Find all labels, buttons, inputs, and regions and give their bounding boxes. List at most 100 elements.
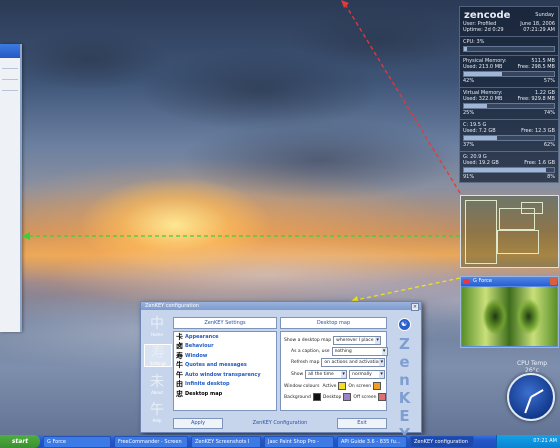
task-gforce[interactable]: G Force xyxy=(43,435,111,448)
active-colour-swatch[interactable] xyxy=(338,382,347,390)
window-colours-label: Window colours xyxy=(284,383,320,389)
preview-image xyxy=(462,287,557,346)
menu-item-window[interactable]: 寿 Window xyxy=(174,351,276,361)
sidebar-item-about[interactable]: 未 About xyxy=(144,374,170,395)
off-screen-label: Off screen xyxy=(353,394,377,400)
map-window[interactable] xyxy=(465,200,497,264)
sysinfo-widget: zencode Sunday User: Profiled June 18, 20… xyxy=(459,6,559,183)
background-colour-swatch[interactable] xyxy=(312,393,321,401)
analog-clock xyxy=(507,373,555,421)
apply-button[interactable]: Apply xyxy=(173,418,223,429)
off-screen-colour-swatch[interactable] xyxy=(378,393,387,401)
help-icon: 午 xyxy=(150,402,164,418)
sidebar-label: Home xyxy=(151,332,163,337)
zenkey-logo: ☯ ZenKEY xyxy=(391,314,417,443)
background-label: Background xyxy=(284,394,311,400)
settings-icon: 寿 xyxy=(151,345,165,361)
task-zenkey-screenshots[interactable]: ZenKEY Screenshots I xyxy=(191,435,261,448)
zenkey-config-window[interactable]: ZenKEY configuration × 中 Home 寿 Settings… xyxy=(140,301,422,443)
cpu-value: 3% xyxy=(476,39,485,45)
menu-item-appearance[interactable]: 卡 Appearance xyxy=(174,332,276,342)
task-paint-shop-pro[interactable]: Jasc Paint Shop Pro - xyxy=(264,435,334,448)
show-when-label: Show xyxy=(291,372,304,377)
taskbar: start G Force FreeCommander - Screen Zen… xyxy=(0,435,560,448)
show-when-select[interactable]: all the time xyxy=(305,370,348,379)
transparency-icon: 午 xyxy=(176,369,183,379)
system-tray: 07:21 AM xyxy=(496,435,560,448)
close-icon[interactable] xyxy=(550,278,557,285)
cpu-bar xyxy=(463,46,555,52)
drive-c-bar xyxy=(463,135,555,141)
app-icon xyxy=(463,279,469,284)
footer-label: ZenKEY Configuration xyxy=(252,420,308,426)
sidebar-item-help[interactable]: 午 Help xyxy=(144,402,170,423)
active-label: Active xyxy=(322,383,337,389)
on-screen-colour-swatch[interactable] xyxy=(373,382,382,390)
cpu-label: CPU: xyxy=(463,39,475,45)
zenkey-logo-text: ZenKEY xyxy=(395,335,414,443)
menu-item-label: Infinite desktop xyxy=(185,381,230,388)
show-map-label: Show a desktop map xyxy=(284,338,332,343)
appearance-icon: 卡 xyxy=(176,331,183,341)
sidebar-label: About xyxy=(151,390,163,395)
divider xyxy=(2,68,18,69)
divider xyxy=(2,79,18,80)
menu-item-label: Auto window transparency xyxy=(185,371,261,378)
background-window-fragment[interactable] xyxy=(0,44,22,332)
menu-item-behaviour[interactable]: 卤 Behaviour xyxy=(174,341,276,352)
window-icon: 寿 xyxy=(176,350,183,360)
desktop-map[interactable] xyxy=(460,195,559,268)
tray-clock[interactable]: 07:21 AM xyxy=(533,438,557,444)
caption-label: As a caption, use xyxy=(291,349,330,354)
menu-item-label: Appearance xyxy=(185,333,219,340)
window-titlebar[interactable] xyxy=(0,44,20,58)
phys-used-pct: 42% xyxy=(463,78,475,84)
menu-item-transparency[interactable]: 午 Auto window transparency xyxy=(174,370,276,380)
sidebar-label: Help xyxy=(152,418,162,423)
start-button[interactable]: start xyxy=(0,435,40,448)
virt-memory-bar xyxy=(463,103,555,109)
panel-header: Desktop map xyxy=(280,317,387,329)
sidebar-item-home[interactable]: 中 Home xyxy=(144,316,170,337)
menu-item-desktop-map[interactable]: 忠 Desktop map xyxy=(174,389,276,399)
caption-select[interactable]: nothing xyxy=(331,347,388,356)
drive-g-free: Free: 1.6 GB xyxy=(524,160,555,166)
map-window[interactable] xyxy=(521,202,543,214)
map-window[interactable] xyxy=(497,230,539,254)
drive-g-free-pct: 8% xyxy=(547,174,555,180)
task-freecommander[interactable]: FreeCommander - Screen xyxy=(114,435,188,448)
desktop-map-options: Show a desktop map wherever I place it A… xyxy=(280,331,388,411)
task-api-guide[interactable]: API Guide 3.6 - 835 fu... xyxy=(337,435,407,448)
virt-free-pct: 74% xyxy=(543,110,555,116)
refresh-label: Refresh map xyxy=(291,360,320,365)
menu-item-label: Quotes and messages xyxy=(185,362,247,369)
window-titlebar[interactable]: ZenKEY configuration × xyxy=(141,302,421,311)
menu-item-quotes[interactable]: 牛 Quotes and messages xyxy=(174,360,276,371)
desktop-label: Desktop xyxy=(322,394,342,400)
phys-memory-bar xyxy=(463,71,555,77)
drive-c-used-pct: 37% xyxy=(463,142,475,148)
divider xyxy=(2,90,18,91)
show-map-select[interactable]: wherever I place it xyxy=(333,336,382,345)
menu-item-infinite-desktop[interactable]: 由 Infinite desktop xyxy=(174,379,276,390)
drive-c-free: Free: 12.3 GB xyxy=(521,128,555,134)
refresh-select[interactable]: on actions and activations xyxy=(321,358,386,367)
sidebar-item-settings[interactable]: 寿 Settings xyxy=(144,344,172,367)
menu-item-label: Behaviour xyxy=(185,343,214,350)
menu-item-label: Desktop map xyxy=(185,390,223,397)
virt-used: Used: 322.0 MB xyxy=(463,96,503,102)
close-button[interactable]: × xyxy=(411,303,419,311)
window-preview[interactable]: G Force xyxy=(460,276,559,348)
about-icon: 未 xyxy=(150,374,164,390)
settings-header: ZenKEY Settings xyxy=(173,317,277,329)
clock-hand xyxy=(530,389,544,398)
desktop-colour-swatch[interactable] xyxy=(343,393,352,401)
exit-button[interactable]: Exit xyxy=(337,418,387,429)
task-zenkey-configuration[interactable]: ZenKEY configuration xyxy=(410,435,474,448)
day-label: Sunday xyxy=(535,12,554,18)
desktop-map-icon: 忠 xyxy=(176,388,183,398)
show-mode-select[interactable]: normally xyxy=(349,370,386,379)
clock-hand xyxy=(524,396,532,414)
infinite-desktop-icon: 由 xyxy=(176,379,183,389)
drive-c-used: Used: 7.2 GB xyxy=(463,128,496,134)
